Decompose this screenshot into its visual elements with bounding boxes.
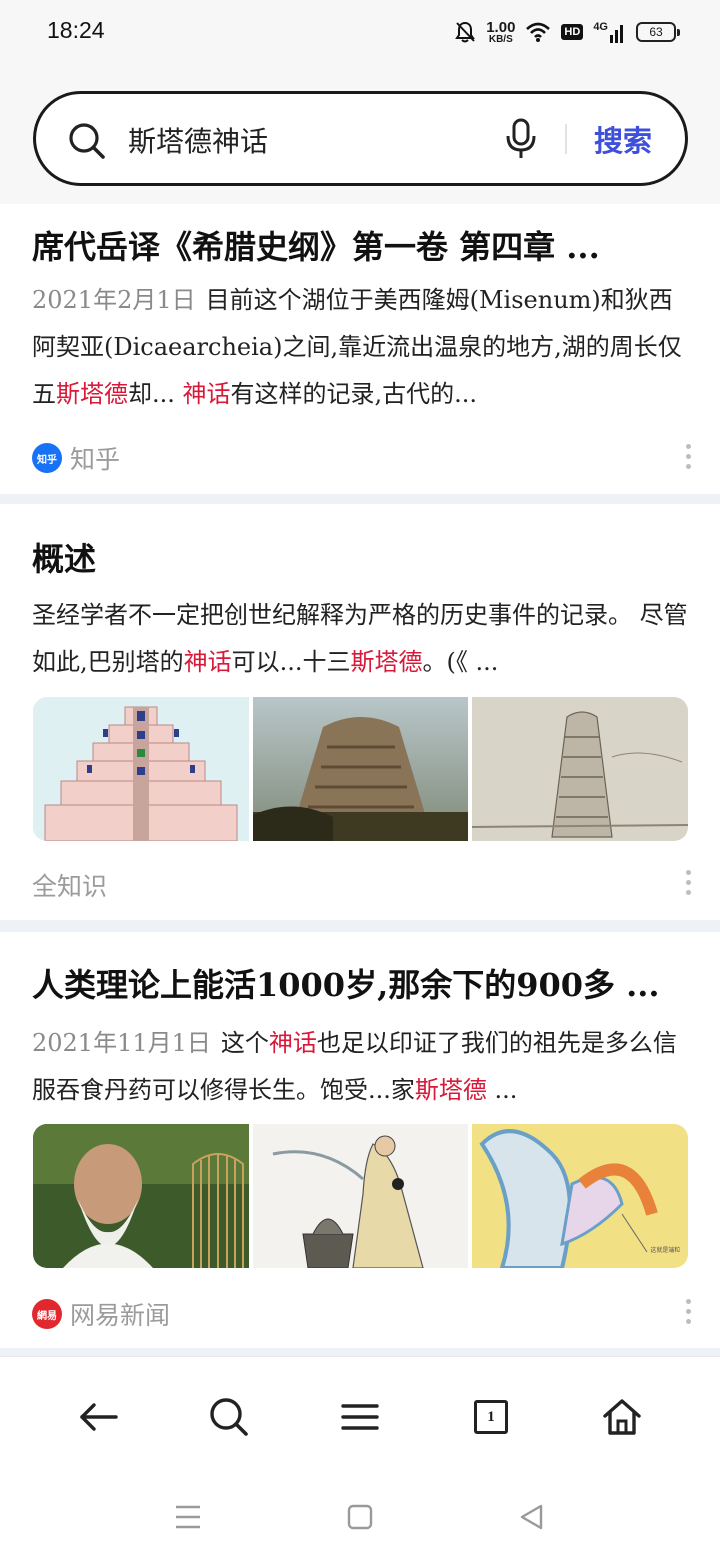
system-recents-button[interactable] <box>163 1497 213 1537</box>
source-logo-text: 網易 <box>37 1310 57 1322</box>
snippet-highlight: 神话 <box>268 1029 317 1057</box>
bottom-nav: 1 <box>0 1356 720 1560</box>
result-title[interactable]: 人类理论上能活1000岁,那余下的900多 ... <box>32 960 660 1006</box>
tower-painting-image[interactable] <box>252 697 469 841</box>
result-source[interactable]: 全知识 <box>32 867 107 903</box>
triangle-back-icon <box>520 1504 543 1530</box>
snippet-text: 可以...十三 <box>231 648 351 676</box>
back-icon <box>80 1403 118 1431</box>
source-name: 网易新闻 <box>70 1301 171 1330</box>
system-back-button[interactable] <box>507 1497 557 1537</box>
battery-icon: 63 <box>636 22 680 42</box>
status-icons: 1.00 KB/S HD 4G 63 <box>454 16 680 48</box>
result-title[interactable]: 概述 <box>32 534 96 580</box>
net-speed: 1.00 KB/S <box>486 20 515 45</box>
search-divider <box>565 124 567 154</box>
results-list: 席代岳译《希腊史纲》第一卷 第四章 ... 2021年2月1日 目前这个湖位于美西… <box>0 204 720 1356</box>
snippet-text: 有这样的记录,古代的... <box>230 380 478 408</box>
tabs-button[interactable]: 1 <box>461 1395 521 1439</box>
result-snippet: 2021年2月1日 目前这个湖位于美西隆姆(Misenum)和狄西阿契亚(Dica… <box>32 277 688 418</box>
snippet-highlight: 神话 <box>183 648 232 676</box>
hd-icon: HD <box>561 24 584 40</box>
net-speed-value: 1.00 <box>486 18 516 36</box>
net-speed-unit: KB/S <box>488 33 513 45</box>
snippet-text: 这个 <box>220 1029 269 1057</box>
more-options-icon[interactable] <box>686 1299 692 1324</box>
wifi-icon <box>526 22 551 42</box>
more-options-icon[interactable] <box>686 870 692 895</box>
image-caption: 这就是端粒 <box>650 1247 681 1254</box>
result-date: 2021年2月1日 <box>32 286 196 314</box>
search-area: 斯塔德神话 搜索 <box>0 64 720 204</box>
menu-button[interactable] <box>330 1395 390 1439</box>
cell-diagram-image[interactable]: 这就是端粒 <box>472 1124 688 1268</box>
tabs-icon: 1 <box>474 1400 508 1434</box>
microphone-icon[interactable] <box>504 118 538 160</box>
zhihu-logo-icon: 知乎 <box>32 443 62 473</box>
snippet-highlight: 斯塔德 <box>414 1076 487 1104</box>
result-source[interactable]: 網易 网易新闻 <box>32 1296 170 1332</box>
result-snippet: 2021年11月1日 这个神话也足以印证了我们的祖先是多么信服吞食丹药可以修得长生… <box>32 1020 688 1114</box>
old-man-photo[interactable] <box>33 1124 249 1268</box>
snippet-highlight: 神话 <box>182 380 231 408</box>
result-source[interactable]: 知乎 知乎 <box>32 440 120 476</box>
recents-icon <box>176 1505 200 1529</box>
alchemist-illustration-image[interactable] <box>252 1124 469 1268</box>
source-logo-text: 知乎 <box>37 454 57 466</box>
search-box[interactable]: 斯塔德神话 搜索 <box>33 91 688 186</box>
snippet-highlight: 斯塔德 <box>350 648 423 676</box>
tower-diagram-image[interactable] <box>33 697 249 841</box>
result-card[interactable]: 席代岳译《希腊史纲》第一卷 第四章 ... 2021年2月1日 目前这个湖位于美西… <box>0 204 720 494</box>
home-icon <box>603 1399 641 1435</box>
bell-off-icon <box>455 21 476 43</box>
signal-icon: 4G <box>593 21 626 43</box>
status-time: 18:24 <box>47 17 105 43</box>
tab-count: 1 <box>487 1408 495 1425</box>
search-icon <box>210 1398 248 1436</box>
result-snippet: 圣经学者不一定把创世纪解释为严格的历史事件的记录。 尽管如此,巴别塔的神话可以.… <box>32 592 688 686</box>
result-card[interactable]: 人类理论上能活1000岁,那余下的900多 ... 2021年11月1日 这个神话… <box>0 932 720 1348</box>
search-button[interactable]: 搜索 <box>594 118 652 160</box>
netease-logo-icon: 網易 <box>32 1299 62 1329</box>
snippet-highlight: 斯塔德 <box>56 380 128 408</box>
snippet-text: ... <box>486 1076 518 1104</box>
back-button[interactable] <box>68 1395 128 1439</box>
system-home-button[interactable] <box>335 1497 385 1537</box>
result-title[interactable]: 席代岳译《希腊史纲》第一卷 第四章 ... <box>32 222 600 268</box>
battery-level: 63 <box>649 25 663 39</box>
snippet-text: 却... <box>128 380 183 408</box>
source-name: 知乎 <box>70 445 121 474</box>
result-images[interactable]: 这就是端粒 <box>33 1124 688 1268</box>
result-card[interactable]: 概述 圣经学者不一定把创世纪解释为严格的历史事件的记录。 尽管如此,巴别塔的神话… <box>0 504 720 920</box>
home-button[interactable] <box>592 1395 652 1439</box>
more-options-icon[interactable] <box>686 444 692 469</box>
network-type: 4G <box>593 21 608 33</box>
menu-icon <box>341 1404 379 1430</box>
result-date: 2021年11月1日 <box>32 1029 211 1057</box>
result-images[interactable] <box>33 697 688 841</box>
status-bar: 18:24 1.00 KB/S HD 4G 63 <box>0 0 720 64</box>
search-icon <box>69 123 105 159</box>
search-input[interactable]: 斯塔德神话 <box>128 120 268 160</box>
snippet-text: 。(《 ... <box>422 648 499 676</box>
source-name: 全知识 <box>32 872 108 901</box>
square-icon <box>347 1504 373 1530</box>
tower-engraving-image[interactable] <box>472 697 688 841</box>
search-nav-button[interactable] <box>199 1395 259 1439</box>
